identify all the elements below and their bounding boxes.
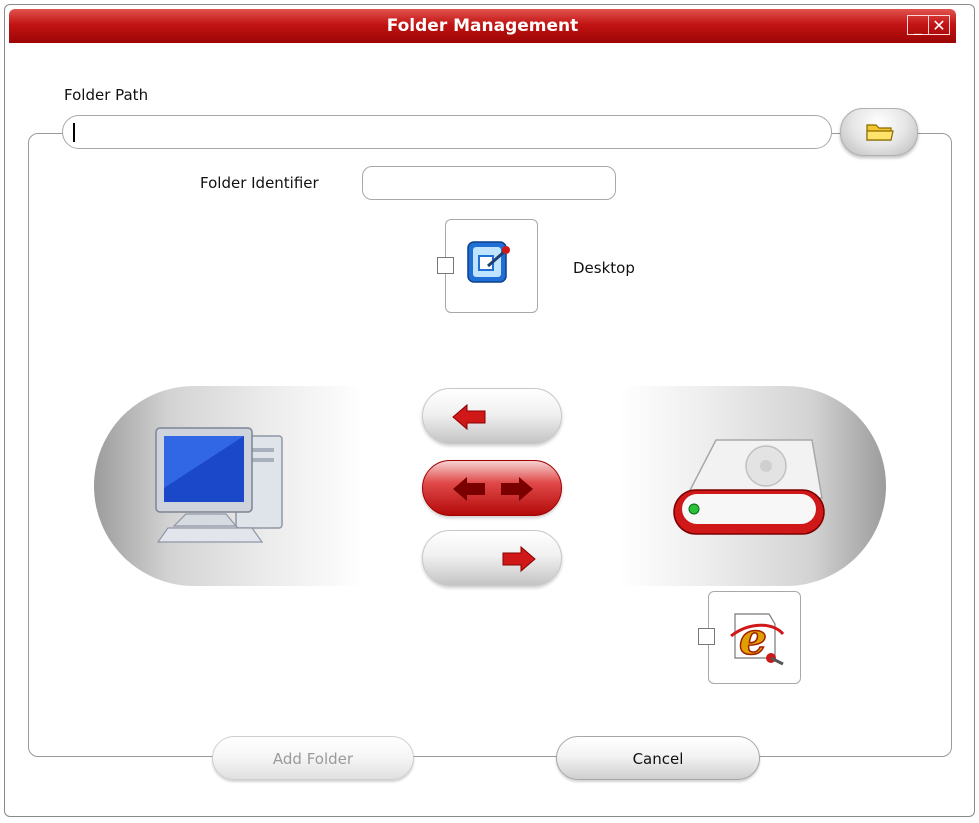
minimize-button[interactable]: _ <box>907 15 929 35</box>
folder-identifier-input[interactable] <box>362 166 616 200</box>
arrow-right-icon <box>502 545 536 573</box>
sync-both-button[interactable] <box>422 460 562 516</box>
svg-text:e: e <box>739 614 767 665</box>
browse-folder-button[interactable] <box>840 108 918 156</box>
close-button[interactable]: ✕ <box>928 15 950 35</box>
text-caret <box>73 123 75 142</box>
desktop-computer-icon <box>155 427 283 543</box>
folder-path-input[interactable] <box>62 115 832 149</box>
desktop-checkbox[interactable] <box>437 257 454 274</box>
folder-identifier-label: Folder Identifier <box>200 174 319 192</box>
arrow-left-icon <box>452 403 486 431</box>
sync-to-drive-button[interactable] <box>422 530 562 586</box>
external-drive-icon <box>673 439 825 535</box>
add-folder-button[interactable]: Add Folder <box>212 736 414 780</box>
window-title: Folder Management <box>386 16 579 36</box>
folder-icon <box>866 124 894 141</box>
ie-option-box[interactable]: e <box>708 591 801 684</box>
folder-path-label: Folder Path <box>64 86 149 104</box>
desktop-label: Desktop <box>573 259 635 277</box>
title-bar[interactable]: Folder Management _ ✕ <box>9 9 956 43</box>
desktop-shortcut-icon <box>467 241 510 283</box>
internet-explorer-icon: e <box>730 613 785 666</box>
desktop-option-box[interactable] <box>445 219 538 313</box>
cancel-button[interactable]: Cancel <box>556 736 760 780</box>
sync-to-pc-button[interactable] <box>422 388 562 444</box>
ie-checkbox[interactable] <box>698 628 715 645</box>
arrow-both-icon <box>453 477 533 501</box>
